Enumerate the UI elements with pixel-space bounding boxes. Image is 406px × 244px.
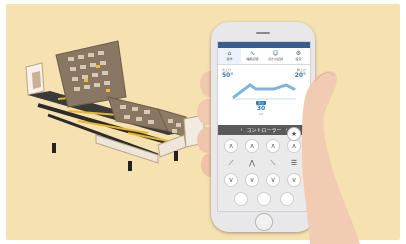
tab-sleep-record[interactable]: ∿ 睡眠記録 [241,48,264,64]
product-photo: ⌂ 操作 ∿ 睡眠記録 ☺ ほかの記録 ⚙ 設定 背上げ 50° 脚上げ 20°… [0,0,406,244]
tab-label: 睡眠記録 [246,57,259,61]
tab-label: ほかの記録 [267,57,283,61]
back-angle: 背上げ 50° [222,68,233,79]
app-screen: ⌂ 操作 ∿ 睡眠記録 ☺ ほかの記録 ⚙ 設定 背上げ 50° 脚上げ 20°… [217,41,311,212]
tab-label: 操作 [226,57,233,61]
favorite-star-icon[interactable]: ★ [287,127,301,141]
back-section-icon: ⟋ [228,158,234,167]
height-section-icon: ☰ [290,159,298,167]
leg-section-icon: ⟍ [270,158,276,167]
leg-up-button[interactable]: ∧ [266,139,280,153]
back-angle-value: 50° [222,72,234,79]
height-unit: cm [258,112,264,116]
earpiece [256,32,270,34]
height-value: 30 [256,105,266,112]
hand-thumb [302,70,360,244]
controller-buttons: ∧ ∧ ∧ ∧ ⟋ ⋀ ⟍ ☰ ∨ ∨ ∨ ∨ [218,135,310,211]
knee-section-icon: ⋀ [249,159,255,167]
controller-title: コントローラー [246,127,282,134]
height-down-button[interactable]: ∨ [287,173,301,187]
extra-button-1[interactable] [234,192,248,206]
bed-height: 高さ 30 cm [256,101,267,116]
adjustable-bed-image [25,40,205,171]
leg-down-button[interactable]: ∨ [266,173,280,187]
tab-other-record[interactable]: ☺ ほかの記録 [264,48,287,64]
back-up-button[interactable]: ∧ [224,139,238,153]
knee-down-button[interactable]: ∨ [245,173,259,187]
extra-button-2[interactable] [257,192,271,206]
bed-status-panel: 背上げ 50° 脚上げ 20° 高さ 30 cm [218,65,310,125]
bed-position-diagram [232,83,296,100]
extra-button-3[interactable] [280,192,294,206]
back-down-button[interactable]: ∨ [224,173,238,187]
home-button[interactable] [255,213,273,231]
height-up-button[interactable]: ∧ [287,139,301,153]
tab-settings[interactable]: ⚙ 設定 [287,48,310,64]
chevron-left-icon[interactable]: ‹ [240,127,242,133]
knee-up-button[interactable]: ∧ [245,139,259,153]
app-tab-bar: ⌂ 操作 ∿ 睡眠記録 ☺ ほかの記録 ⚙ 設定 [218,48,310,65]
tab-operation[interactable]: ⌂ 操作 [218,48,241,64]
tab-label: 設定 [295,57,302,61]
